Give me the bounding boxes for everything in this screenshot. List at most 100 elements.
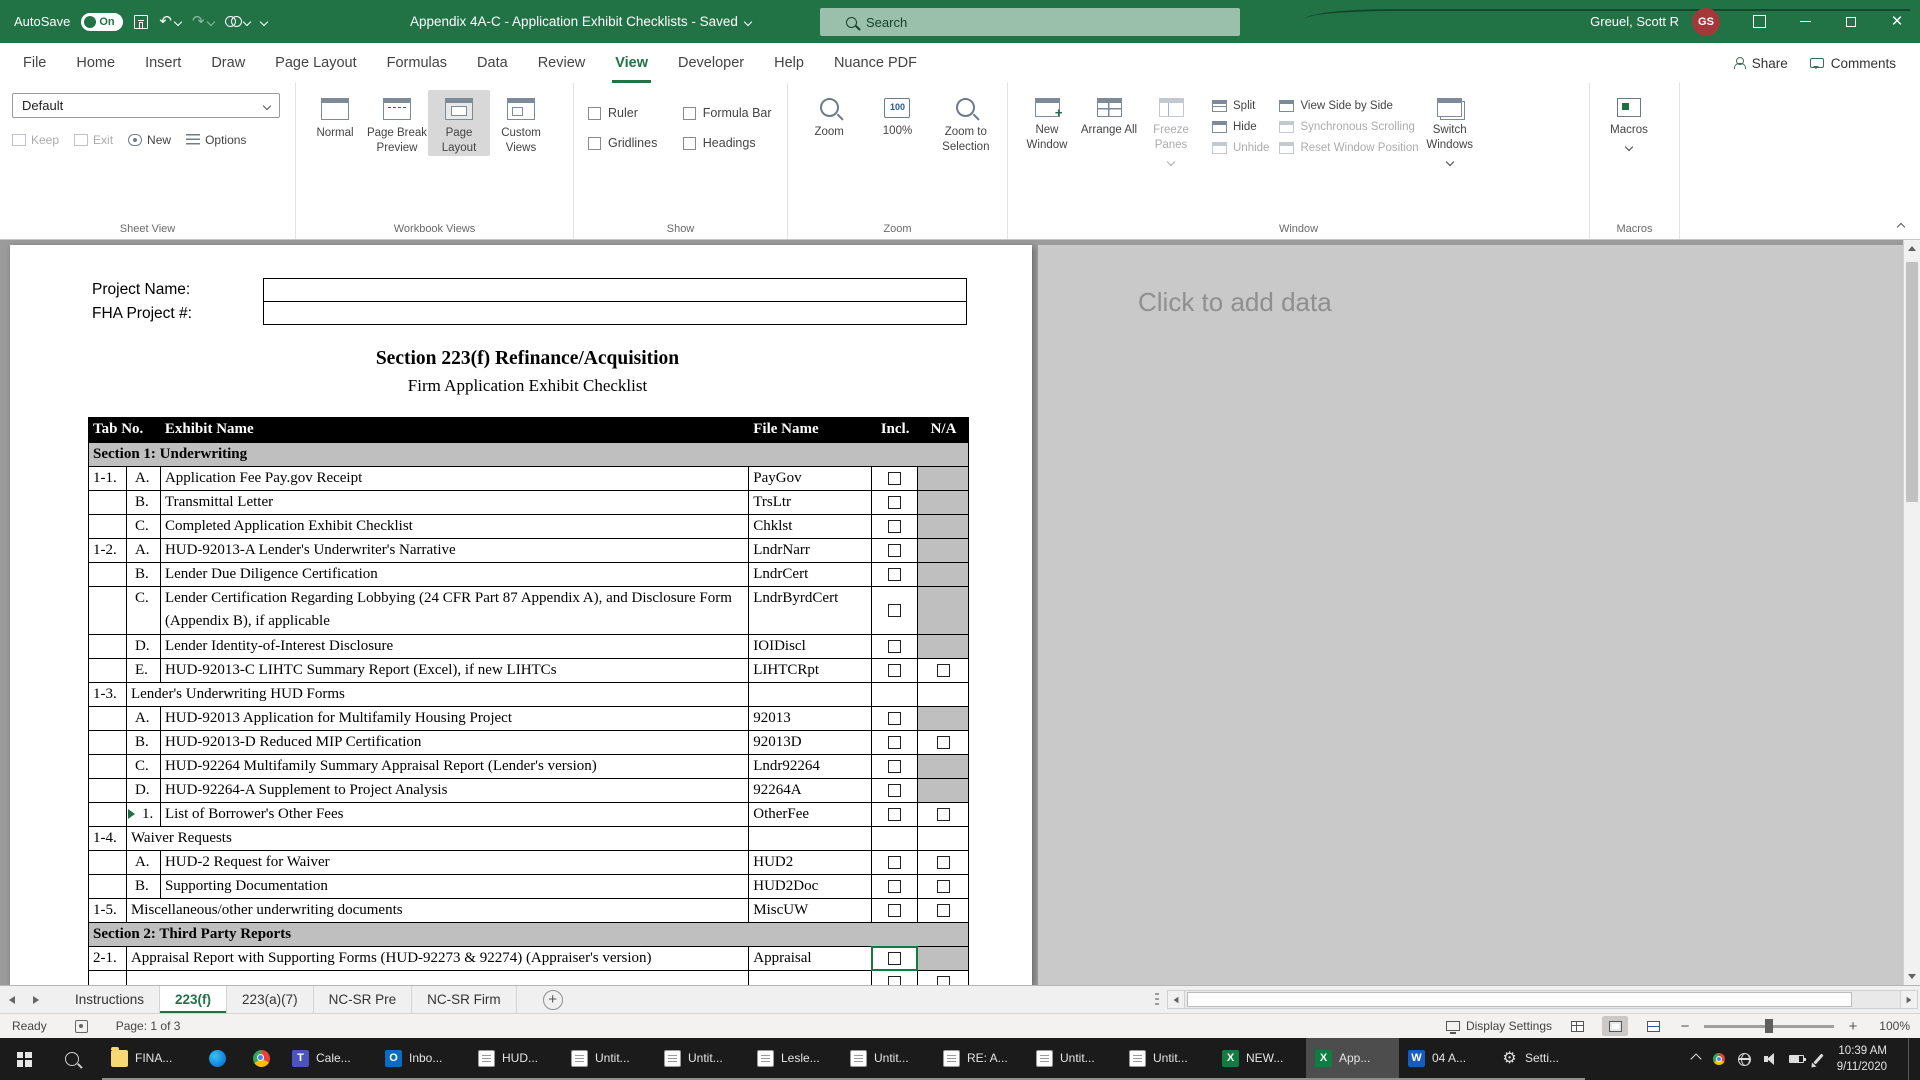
redo-button[interactable]: ↷ xyxy=(192,14,214,29)
ribbon-tab-page-layout[interactable]: Page Layout xyxy=(260,43,371,83)
hide-button[interactable]: Hide xyxy=(1212,121,1269,133)
qat-command-button[interactable] xyxy=(225,16,250,27)
sheet-tab-nc-sr-firm[interactable]: NC-SR Firm xyxy=(412,986,517,1013)
cell-incl[interactable] xyxy=(872,515,918,538)
cell-na[interactable] xyxy=(918,875,968,898)
reset-window-position-button[interactable]: Reset Window Position xyxy=(1279,142,1418,154)
show-desktop-button[interactable] xyxy=(1908,1038,1914,1080)
horizontal-scrollbar-thumb[interactable] xyxy=(1187,992,1852,1007)
project-name-input[interactable] xyxy=(263,278,967,302)
taskbar-button-untit[interactable]: Untit... xyxy=(841,1038,934,1080)
taskbar-button-untit[interactable]: Untit... xyxy=(655,1038,748,1080)
synchronous-scrolling-button[interactable]: Synchronous Scrolling xyxy=(1279,121,1418,133)
cell-incl[interactable] xyxy=(872,803,918,826)
scroll-left-arrow[interactable] xyxy=(1167,990,1185,1009)
chrome-tray-button[interactable] xyxy=(1713,1053,1725,1065)
view-button-custom-views[interactable]: Custom Views xyxy=(490,90,552,156)
checkbox-ruler[interactable]: Ruler xyxy=(588,106,665,120)
maximize-button[interactable] xyxy=(1828,0,1874,43)
scroll-up-arrow[interactable] xyxy=(1904,240,1920,257)
incl-checkbox[interactable] xyxy=(888,952,901,965)
incl-checkbox[interactable] xyxy=(888,784,901,797)
incl-checkbox[interactable] xyxy=(888,976,901,985)
vertical-scrollbar-thumb[interactable] xyxy=(1906,262,1918,502)
na-checkbox[interactable] xyxy=(937,880,950,893)
sheet-tab-223-a-7[interactable]: 223(a)(7) xyxy=(227,986,314,1013)
ribbon-tab-review[interactable]: Review xyxy=(523,43,601,83)
zoom-button[interactable]: Zoom xyxy=(796,90,862,155)
taskbar-button-fina[interactable]: FINA... xyxy=(102,1038,195,1080)
sheet-tab-instructions[interactable]: Instructions xyxy=(60,986,160,1013)
ribbon-tab-insert[interactable]: Insert xyxy=(130,43,196,83)
incl-checkbox[interactable] xyxy=(888,736,901,749)
close-button[interactable]: × xyxy=(1874,0,1920,43)
zoom-in-button[interactable]: + xyxy=(1846,1018,1860,1035)
unhide-button[interactable]: Unhide xyxy=(1212,142,1269,154)
cell-incl[interactable] xyxy=(872,851,918,874)
cell-na[interactable] xyxy=(918,851,968,874)
comments-button[interactable]: Comments xyxy=(1810,56,1896,71)
minimize-button[interactable] xyxy=(1782,0,1828,43)
na-checkbox[interactable] xyxy=(937,808,950,821)
next-page-area[interactable]: Click to add data xyxy=(1038,245,1903,985)
scrollbar-grip[interactable] xyxy=(1155,993,1159,1007)
tray-expand-button[interactable] xyxy=(1692,1055,1700,1063)
na-checkbox[interactable] xyxy=(937,856,950,869)
cell-na[interactable] xyxy=(918,803,968,826)
cell-na[interactable] xyxy=(918,659,968,682)
incl-checkbox[interactable] xyxy=(888,604,901,617)
start-button[interactable] xyxy=(0,1038,48,1080)
switch-windows-button[interactable]: Switch Windows xyxy=(1419,90,1481,165)
zoom-level[interactable]: 100% xyxy=(1872,1019,1910,1033)
incl-checkbox[interactable] xyxy=(888,496,901,509)
clock[interactable]: 10:39 AM 9/11/2020 xyxy=(1837,1043,1887,1075)
taskbar-button-inbo[interactable]: OInbo... xyxy=(376,1038,469,1080)
incl-checkbox[interactable] xyxy=(888,472,901,485)
ribbon-tab-data[interactable]: Data xyxy=(462,43,523,83)
pen-button[interactable] xyxy=(1817,1053,1820,1065)
new-window-button[interactable]: New Window xyxy=(1016,90,1078,165)
cell-incl[interactable] xyxy=(872,947,918,970)
volume-button[interactable] xyxy=(1764,1053,1776,1065)
cell-incl[interactable] xyxy=(872,467,918,490)
incl-checkbox[interactable] xyxy=(888,712,901,725)
incl-checkbox[interactable] xyxy=(888,544,901,557)
incl-checkbox[interactable] xyxy=(888,520,901,533)
page-break-view-button[interactable] xyxy=(1640,1016,1666,1036)
ribbon-tab-nuance-pdf[interactable]: Nuance PDF xyxy=(819,43,932,83)
incl-checkbox[interactable] xyxy=(888,808,901,821)
na-checkbox[interactable] xyxy=(937,904,950,917)
checkbox-headings[interactable]: Headings xyxy=(683,136,779,150)
cell-na[interactable] xyxy=(918,971,968,985)
battery-button[interactable] xyxy=(1789,1055,1804,1063)
fha-project-input[interactable] xyxy=(263,301,967,325)
sheet-view-dropdown[interactable]: Default xyxy=(12,93,280,118)
keep-button[interactable]: Keep xyxy=(12,133,59,147)
freeze-panes-button[interactable]: Freeze Panes xyxy=(1140,90,1202,165)
cell-incl[interactable] xyxy=(872,563,918,586)
taskbar-button-untit[interactable]: Untit... xyxy=(1027,1038,1120,1080)
zoom-to-selection-button[interactable]: Zoom to Selection xyxy=(933,90,999,155)
exit-button[interactable]: Exit xyxy=(74,133,113,147)
cell-incl[interactable] xyxy=(872,587,918,634)
avatar[interactable]: GS xyxy=(1692,8,1720,36)
na-checkbox[interactable] xyxy=(937,736,950,749)
cell-incl[interactable] xyxy=(872,491,918,514)
incl-checkbox[interactable] xyxy=(888,640,901,653)
cell-incl[interactable] xyxy=(872,899,918,922)
taskbar-button-untit[interactable]: Untit... xyxy=(562,1038,655,1080)
arrange-all-button[interactable]: Arrange All xyxy=(1078,90,1140,165)
cell-incl[interactable] xyxy=(872,779,918,802)
taskbar-button-hud[interactable]: HUD... xyxy=(469,1038,562,1080)
taskbar-button-edge[interactable] xyxy=(195,1038,239,1080)
taskbar-button-cale[interactable]: TCale... xyxy=(283,1038,376,1080)
cell-na[interactable] xyxy=(918,731,968,754)
incl-checkbox[interactable] xyxy=(888,880,901,893)
user-name[interactable]: Greuel, Scott R xyxy=(1590,14,1679,29)
scroll-down-arrow[interactable] xyxy=(1904,968,1920,985)
macro-record-icon[interactable] xyxy=(75,1020,88,1033)
ribbon-display-options-button[interactable] xyxy=(1736,0,1782,43)
cell-na[interactable] xyxy=(918,899,968,922)
taskbar-button-new[interactable]: XNEW... xyxy=(1213,1038,1306,1080)
macros-button[interactable]: Macros xyxy=(1598,90,1660,150)
